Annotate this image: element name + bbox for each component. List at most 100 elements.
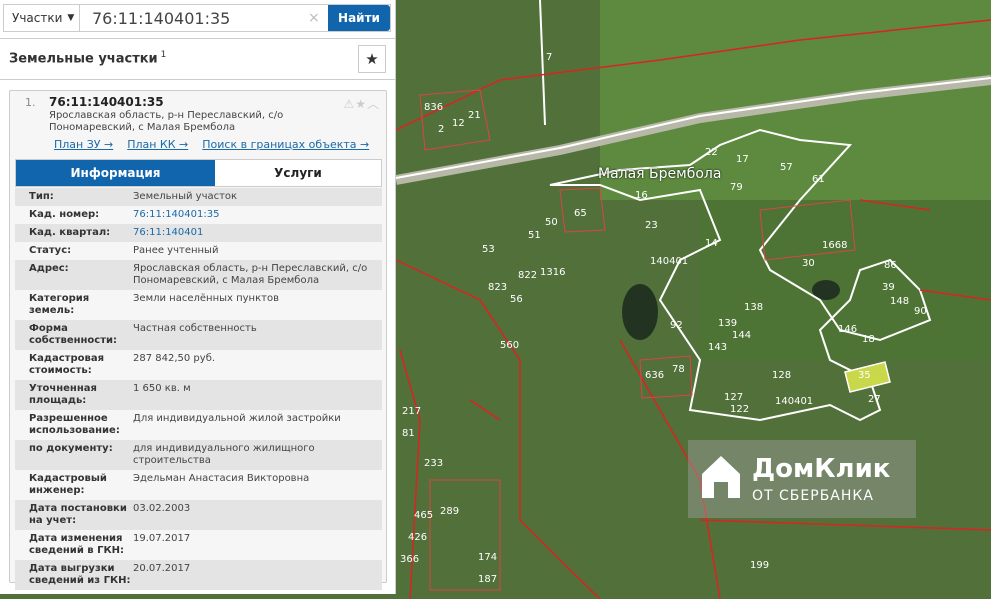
domclick-watermark: ДомКлик ОТ СБЕРБАНКА <box>688 440 916 518</box>
parcel-label[interactable]: 1316 <box>540 267 565 278</box>
parcel-label[interactable]: 465 <box>414 510 433 521</box>
parcel-label[interactable]: 51 <box>528 230 541 241</box>
parcel-label[interactable]: 18 <box>862 334 875 345</box>
info-value: 287 842,50 руб. <box>133 353 216 364</box>
clear-icon[interactable]: × <box>308 5 328 31</box>
parcel-label[interactable]: 289 <box>440 506 459 517</box>
info-value: для индивидуального жилищного строительс… <box>133 443 315 466</box>
parcel-label[interactable]: 12 <box>452 118 465 129</box>
info-row: Дата выгрузки сведений из ГКН: 20.07.2017 <box>15 560 382 590</box>
parcel-label[interactable]: 92 <box>670 320 683 331</box>
parcel-label[interactable]: 187 <box>478 574 497 585</box>
parcel-label[interactable]: 78 <box>672 364 685 375</box>
info-key: Разрешенное использование: <box>29 413 120 436</box>
search-type-select[interactable]: Участки ▼ <box>4 5 80 31</box>
parcel-label[interactable]: 81 <box>402 428 415 439</box>
info-value: Частная собственность <box>133 323 257 334</box>
parcel-label[interactable]: 836 <box>424 102 443 113</box>
info-key: Дата постановки на учет: <box>29 503 127 526</box>
parcel-label[interactable]: 217 <box>402 406 421 417</box>
parcel-label[interactable]: 61 <box>812 174 825 185</box>
info-row: Дата постановки на учет: 03.02.2003 <box>15 500 382 530</box>
parcel-label[interactable]: 138 <box>744 302 763 313</box>
parcel-label[interactable]: 426 <box>408 532 427 543</box>
house-logo-icon <box>702 456 740 498</box>
info-key: Кад. квартал: <box>29 227 111 238</box>
parcel-label[interactable]: 127 <box>724 392 743 403</box>
tab-services[interactable]: Услуги <box>215 160 381 186</box>
parcel-label[interactable]: 7 <box>546 52 552 63</box>
parcel-label[interactable]: 233 <box>424 458 443 469</box>
search-button[interactable]: Найти <box>328 5 390 31</box>
parcel-label[interactable]: 65 <box>574 208 587 219</box>
info-key: Кадастровая стоимость: <box>29 353 104 376</box>
info-value: Земельный участок <box>133 191 238 202</box>
parcel-label[interactable]: 86 <box>884 260 897 271</box>
parcel-label[interactable]: 174 <box>478 552 497 563</box>
parcel-label[interactable]: 366 <box>400 554 419 565</box>
search-input[interactable] <box>80 5 308 31</box>
parcel-label[interactable]: 148 <box>890 296 909 307</box>
info-row: Статус: Ранее учтенный <box>15 242 382 260</box>
result-card: 1. 76:11:140401:35 Ярославская область, … <box>9 90 387 590</box>
chevron-down-icon: ▼ <box>67 13 75 23</box>
parcel-label[interactable]: 636 <box>645 370 664 381</box>
parcel-label[interactable]: 143 <box>708 342 727 353</box>
parcel-label[interactable]: 560 <box>500 340 519 351</box>
parcel-label[interactable]: 27 <box>868 394 881 405</box>
tab-info[interactable]: Информация <box>16 160 215 186</box>
info-row: Кад. квартал: 76:11:140401 <box>15 224 382 242</box>
village-label: Малая Брембола <box>598 166 722 182</box>
warning-star-collapse-icons[interactable]: ⚠★︿ <box>343 95 380 112</box>
parcel-label[interactable]: 53 <box>482 244 495 255</box>
info-value: 20.07.2017 <box>133 563 191 574</box>
parcel-label[interactable]: 22 <box>705 147 718 158</box>
search-bar: Участки ▼ × Найти <box>3 4 391 32</box>
parcel-label[interactable]: 144 <box>732 330 751 341</box>
parcel-label[interactable]: 16 <box>635 190 648 201</box>
search-in-bounds-link[interactable]: Поиск в границах объекта → <box>202 138 369 151</box>
info-row: Кад. номер: 76:11:140401:35 <box>15 206 382 224</box>
parcel-label[interactable]: 56 <box>510 294 523 305</box>
plan-kk-link[interactable]: План КК → <box>127 138 188 151</box>
result-cad-number[interactable]: 76:11:140401:35 <box>49 95 164 109</box>
parcel-label[interactable]: 128 <box>772 370 791 381</box>
info-key: Категория земель: <box>29 293 90 316</box>
plan-zu-link[interactable]: План ЗУ → <box>54 138 113 151</box>
parcel-label[interactable]: 146 <box>838 324 857 335</box>
parcel-label[interactable]: 822 <box>518 270 537 281</box>
info-key: Кад. номер: <box>29 209 100 220</box>
parcel-label[interactable]: 17 <box>736 154 749 165</box>
info-key: Адрес: <box>29 263 69 274</box>
search-type-label: Участки <box>12 11 63 25</box>
info-key: Дата изменения сведений в ГКН: <box>29 533 125 556</box>
parcel-label[interactable]: 823 <box>488 282 507 293</box>
info-value[interactable]: 76:11:140401 <box>133 227 382 239</box>
parcel-label[interactable]: 79 <box>730 182 743 193</box>
parcel-label[interactable]: 35 <box>858 370 871 381</box>
parcel-label[interactable]: 199 <box>750 560 769 571</box>
parcel-label[interactable]: 122 <box>730 404 749 415</box>
results-title: Земельные участки <box>9 51 158 67</box>
parcel-label[interactable]: 21 <box>468 110 481 121</box>
parcel-label[interactable]: 57 <box>780 162 793 173</box>
results-count: 1 <box>160 50 167 60</box>
info-row: Кадастровая стоимость: 287 842,50 руб. <box>15 350 382 380</box>
info-row: Уточненная площадь: 1 650 кв. м <box>15 380 382 410</box>
parcel-label[interactable]: 23 <box>645 220 658 231</box>
favorites-star-button[interactable]: ★ <box>358 45 386 73</box>
info-value: Для индивидуальной жилой застройки <box>133 413 341 424</box>
parcel-label[interactable]: 14 <box>705 238 718 249</box>
parcel-label[interactable]: 90 <box>914 306 927 317</box>
parcel-label[interactable]: 1668 <box>822 240 847 251</box>
info-value: Эдельман Анастасия Викторовна <box>133 473 310 484</box>
result-index: 1. <box>25 96 36 109</box>
parcel-label[interactable]: 50 <box>545 217 558 228</box>
parcel-label[interactable]: 139 <box>718 318 737 329</box>
info-row: Дата изменения сведений в ГКН: 19.07.2017 <box>15 530 382 560</box>
info-value[interactable]: 76:11:140401:35 <box>133 209 382 221</box>
parcel-label[interactable]: 30 <box>802 258 815 269</box>
parcel-label[interactable]: 39 <box>882 282 895 293</box>
parcel-label[interactable]: 2 <box>438 124 444 135</box>
result-address: Ярославская область, р-н Переславский, с… <box>49 110 284 133</box>
